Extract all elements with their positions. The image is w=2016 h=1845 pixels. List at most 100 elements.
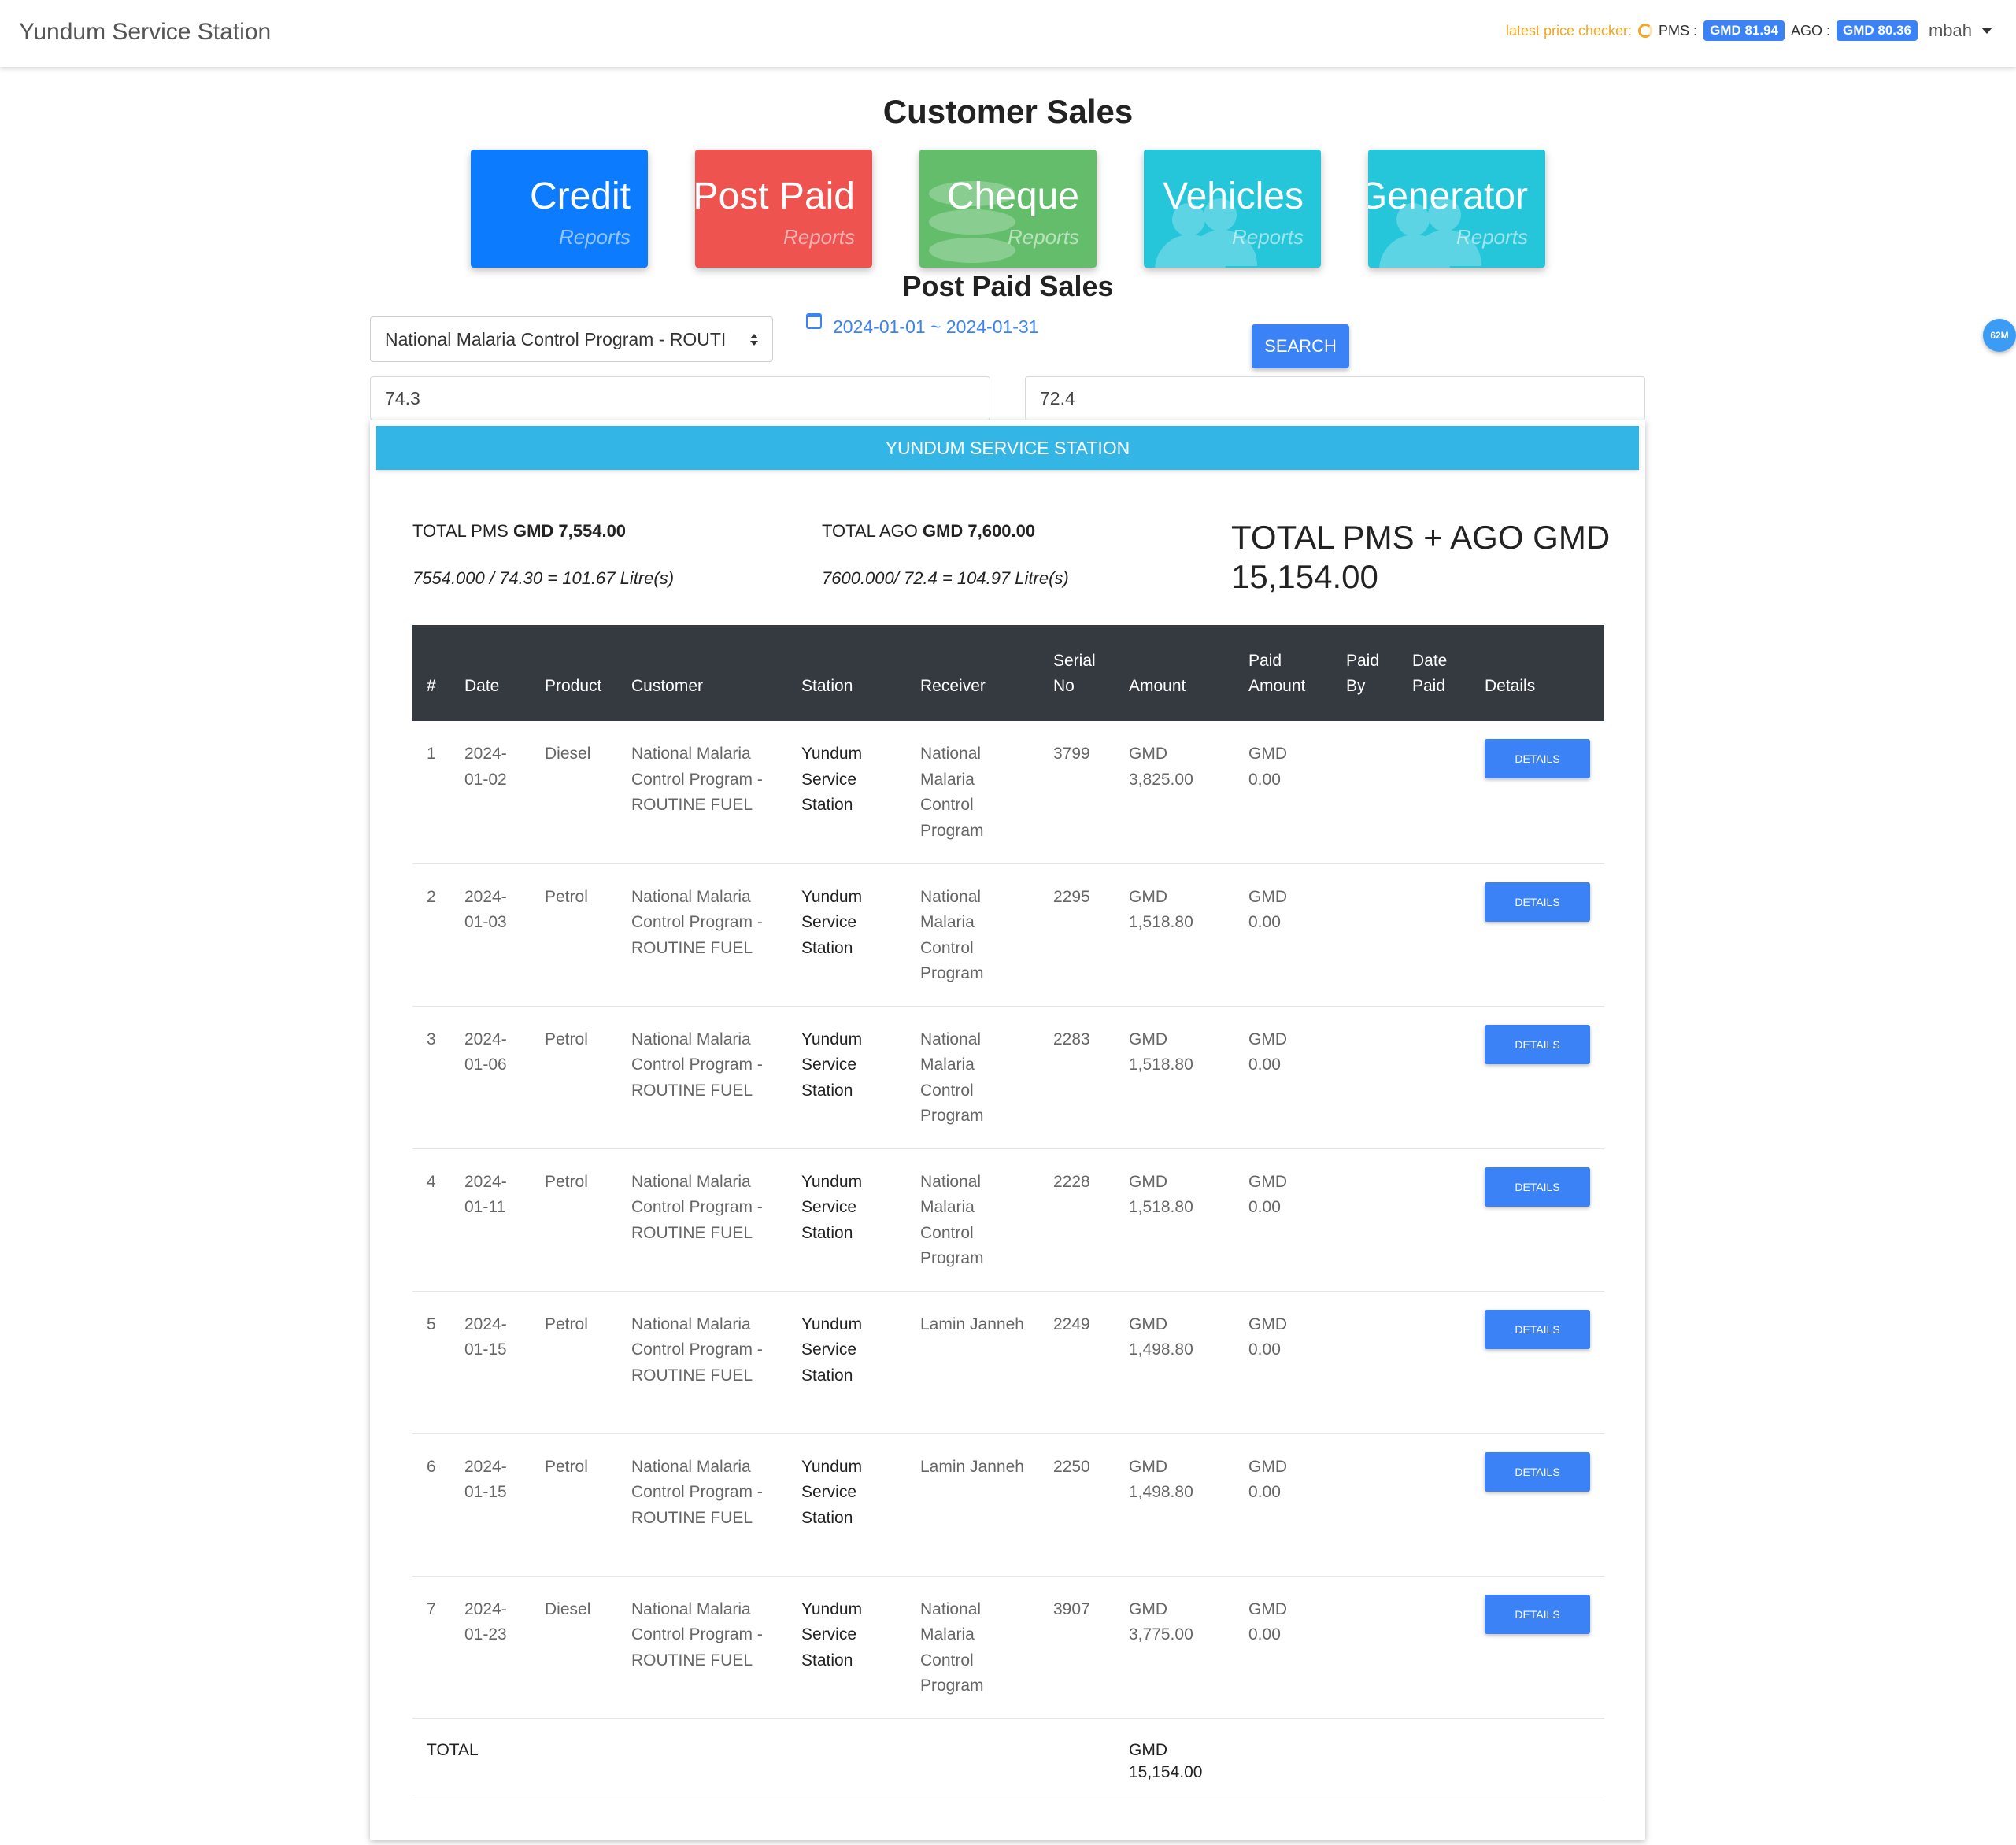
card-title: Cheque [946,176,1079,217]
station-cell: Yundum Service Station [787,1148,906,1292]
column-header[interactable]: Date Paid [1398,625,1470,721]
generator-reports-card[interactable]: Generator Reports [1368,150,1545,268]
card-title: Generator [1368,176,1528,217]
column-header: Details [1470,625,1604,721]
product-cell: Petrol [531,1148,617,1292]
paid-amount-cell: GMD 0.00 [1234,863,1332,1007]
top-navbar: Yundum Service Station latest price chec… [0,0,2016,67]
date-cell: 2024-01-11 [450,1148,531,1292]
column-header[interactable]: Station [787,625,906,721]
details-button[interactable]: DETAILS [1485,1451,1590,1492]
row-number: 5 [412,1291,450,1434]
details-button[interactable]: DETAILS [1485,1594,1590,1634]
details-button[interactable]: DETAILS [1485,739,1590,778]
date-range-picker[interactable]: 2024-01-01 ~ 2024-01-31 [806,312,1039,338]
date-paid-cell [1398,863,1470,1007]
receiver-cell: National Malaria Control Program [906,1576,1039,1719]
amount-cell: GMD 1,498.80 [1115,1291,1234,1434]
table-total-row: TOTAL GMD 15,154.00 [412,1718,1604,1799]
details-button[interactable]: DETAILS [1485,882,1590,922]
customer-cell: National Malaria Control Program - ROUTI… [617,1006,787,1149]
date-cell: 2024-01-15 [450,1433,531,1577]
serial-cell: 3907 [1039,1576,1115,1719]
product-cell: Diesel [531,1576,617,1719]
total-pms-summary: TOTAL PMS GMD 7,554.00 [412,521,626,542]
total-spacer [1234,1718,1604,1799]
table-row: 4 2024-01-11 Petrol National Malaria Contro… [412,1148,1604,1292]
total-ago-label: TOTAL AGO [822,521,918,541]
table-header-row: # Date Product Customer Station Receiver… [412,625,1604,721]
ago-price-badge: GMD 80.36 [1837,20,1918,41]
total-ago-summary: TOTAL AGO GMD 7,600.00 [822,521,1035,542]
paid-by-cell [1332,721,1398,864]
card-title: Credit [529,176,631,217]
column-header[interactable]: Paid Amount [1234,625,1332,721]
paid-amount-cell: GMD 0.00 [1234,1576,1332,1719]
details-button[interactable]: DETAILS [1485,1309,1590,1349]
details-button[interactable]: DETAILS [1485,1167,1590,1207]
ago-litres-formula: 7600.000/ 72.4 = 104.97 Litre(s) [822,568,1069,588]
grand-total-label: TOTAL PMS + AGO GMD [1231,519,1611,556]
date-paid-cell [1398,1291,1470,1434]
details-cell: DETAILS [1470,863,1604,1007]
receiver-cell: National Malaria Control Program [906,721,1039,864]
total-pms-value: GMD 7,554.00 [512,521,627,541]
brand-title[interactable]: Yundum Service Station [19,19,271,46]
column-header[interactable]: Paid By [1332,625,1398,721]
details-cell: DETAILS [1470,721,1604,864]
customer-select[interactable]: National Malaria Control Program - ROUTI [370,316,773,362]
memory-usage-badge[interactable]: 62M [1983,319,2016,352]
pms-rate-input[interactable]: 74.3 [370,376,990,420]
paid-amount-cell: GMD 0.00 [1234,1006,1332,1149]
receiver-cell: National Malaria Control Program [906,863,1039,1007]
column-header[interactable]: Date [450,625,531,721]
amount-cell: GMD 1,518.80 [1115,863,1234,1007]
card-subtitle: Reports [1456,225,1528,249]
grand-total-value: 15,154.00 [1231,558,1378,595]
receiver-cell: Lamin Janneh [906,1433,1039,1577]
date-paid-cell [1398,1148,1470,1292]
total-ago-value: GMD 7,600.00 [922,521,1036,541]
date-cell: 2024-01-02 [450,721,531,864]
paid-by-cell [1332,1006,1398,1149]
ago-rate-input[interactable]: 72.4 [1025,376,1645,420]
station-cell: Yundum Service Station [787,1006,906,1149]
product-cell: Petrol [531,863,617,1007]
credit-reports-card[interactable]: Credit Reports [471,150,648,268]
card-title: Post Paid [695,176,855,217]
serial-cell: 3799 [1039,721,1115,864]
vehicles-reports-card[interactable]: Vehicles Reports [1144,150,1321,268]
amount-cell: GMD 1,518.80 [1115,1006,1234,1149]
details-cell: DETAILS [1470,1291,1604,1434]
postpaid-reports-card[interactable]: Post Paid Reports [695,150,872,268]
calendar-icon [806,312,822,329]
product-cell: Petrol [531,1006,617,1149]
product-cell: Petrol [531,1291,617,1434]
card-title: Vehicles [1163,176,1304,217]
receiver-cell: Lamin Janneh [906,1291,1039,1434]
search-button[interactable]: SEARCH [1252,324,1349,368]
caret-down-icon [1981,28,1992,34]
details-button[interactable]: DETAILS [1485,1024,1590,1064]
column-header[interactable]: Customer [617,625,787,721]
station-cell: Yundum Service Station [787,1291,906,1434]
total-amount: GMD 15,154.00 [1129,1740,1203,1781]
customer-cell: National Malaria Control Program - ROUTI… [617,1433,787,1577]
column-header[interactable]: Serial No [1039,625,1115,721]
table-row: 6 2024-01-15 Petrol National Malaria Contro… [412,1433,1604,1577]
details-cell: DETAILS [1470,1433,1604,1577]
column-header[interactable]: Receiver [906,625,1039,721]
column-header[interactable]: Product [531,625,617,721]
user-menu-toggle[interactable]: mbah [1929,20,1992,41]
serial-cell: 2295 [1039,863,1115,1007]
user-name: mbah [1928,20,1972,40]
column-header[interactable]: Amount [1115,625,1234,721]
date-paid-cell [1398,721,1470,864]
row-number: 7 [412,1576,450,1719]
paid-amount-cell: GMD 0.00 [1234,1433,1332,1577]
table-row: 1 2024-01-02 Diesel National Malaria Contro… [412,721,1604,864]
table-row: 7 2024-01-23 Diesel National Malaria Contro… [412,1576,1604,1719]
row-number: 4 [412,1148,450,1292]
card-subtitle: Reports [1007,225,1079,249]
cheque-reports-card[interactable]: Cheque Reports [919,150,1097,268]
